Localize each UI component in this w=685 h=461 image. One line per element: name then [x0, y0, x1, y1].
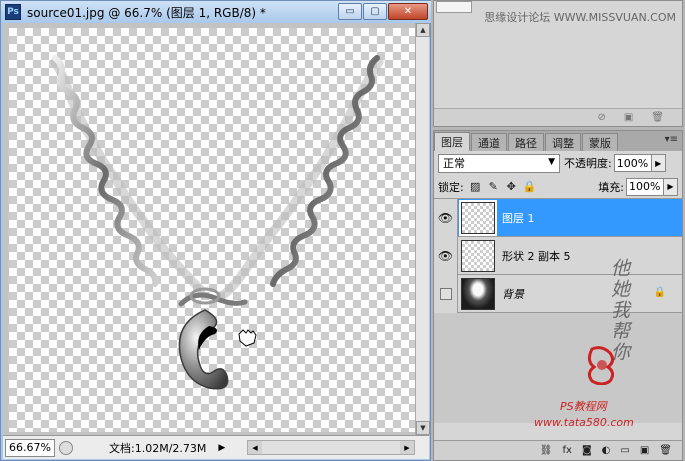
adjustment-layer-icon[interactable]: ◐ — [602, 445, 611, 456]
lock-label: 锁定: — [438, 180, 464, 194]
layers-panel-tabs: 图层 通道 路径 调整 蒙版 ▾≡ — [434, 131, 682, 151]
tab-adjustments[interactable]: 调整 — [545, 133, 581, 151]
scroll-up-arrow-icon[interactable]: ▲ — [416, 23, 430, 37]
lock-image-brush-icon[interactable]: ✎ — [487, 180, 500, 193]
vertical-scrollbar[interactable]: ▲ ▼ — [415, 23, 430, 435]
visibility-toggle[interactable] — [434, 274, 458, 313]
necklace-artwork — [50, 55, 384, 390]
layer-name: 形状 2 副本 5 — [502, 249, 571, 263]
document-size-info: 文档:1.02M/2.73M — [109, 441, 207, 455]
lock-transparent-icon[interactable]: ▨ — [469, 180, 482, 193]
document-title: source01.jpg @ 66.7% (图层 1, RGB/8) * — [27, 5, 266, 20]
document-canvas[interactable] — [9, 28, 417, 432]
opacity-input[interactable]: 100% — [613, 154, 652, 172]
layer-thumbnail — [459, 199, 497, 236]
fill-slider-arrow-icon[interactable]: ▶ — [664, 177, 678, 196]
tab-channels[interactable]: 通道 — [471, 133, 507, 151]
site-url-watermark: www.tata580.com — [534, 416, 634, 429]
layer-list: 👁 图层 1 👁 形状 2 副本 5 背景 🔒 — [434, 198, 682, 423]
layer-name: 图层 1 — [502, 211, 535, 225]
new-layer-icon[interactable]: ▣ — [640, 445, 649, 456]
fill-label: 填充: — [598, 180, 624, 194]
restore-icon: ▢ — [370, 6, 380, 17]
blend-mode-select[interactable]: 正常 ▼ — [438, 153, 560, 173]
photoshop-window: Ps source01.jpg @ 66.7% (图层 1, RGB/8) * … — [0, 0, 685, 461]
opacity-slider-arrow-icon[interactable]: ▶ — [651, 154, 666, 172]
link-layers-icon[interactable]: ⛓ — [540, 445, 553, 456]
visibility-eye-icon[interactable]: 👁 — [434, 198, 458, 237]
layer-row[interactable]: 👁 图层 1 — [434, 198, 682, 237]
scroll-right-arrow-icon[interactable]: ▶ — [400, 441, 414, 454]
document-title-bar[interactable]: Ps source01.jpg @ 66.7% (图层 1, RGB/8) * … — [1, 1, 432, 23]
status-info-icon[interactable] — [59, 440, 73, 455]
tutorial-watermark: PS教程网 — [560, 400, 607, 413]
minimize-icon: ▭ — [345, 6, 355, 17]
layer-name: 背景 — [502, 287, 524, 301]
document-window: Ps source01.jpg @ 66.7% (图层 1, RGB/8) * … — [0, 0, 432, 461]
opacity-label: 不透明度: — [564, 157, 612, 170]
top-panel: 思缘设计论坛 WWW.MISSVUAN.COM ⊘ ▣ 🗑 — [433, 0, 683, 127]
chevron-down-icon: ▼ — [548, 156, 555, 167]
layers-panel-footer: ⛓ fx ◙ ◐ ▭ ▣ 🗑 — [434, 440, 682, 460]
scroll-down-arrow-icon[interactable]: ▼ — [416, 421, 430, 435]
new-item-icon[interactable]: ▣ — [624, 112, 633, 123]
new-group-folder-icon[interactable]: ▭ — [620, 445, 629, 456]
scroll-left-arrow-icon[interactable]: ◀ — [248, 441, 262, 454]
trash-icon[interactable]: 🗑 — [659, 445, 672, 456]
lock-fill-row: 锁定: ▨ ✎ ✥ 🔒 填充: 100% ▶ — [434, 175, 682, 199]
window-controls: ▭ ▢ ✕ — [338, 3, 428, 20]
layer-style-fx-icon[interactable]: fx — [563, 445, 572, 456]
tab-layers[interactable]: 图层 — [434, 132, 470, 151]
tab-paths[interactable]: 路径 — [508, 133, 544, 151]
top-panel-footer: ⊘ ▣ 🗑 — [434, 108, 682, 126]
panel-menu-icon[interactable]: ▾≡ — [665, 134, 678, 145]
layer-row[interactable]: 👁 形状 2 副本 5 — [434, 236, 682, 275]
layer-thumbnail — [461, 239, 495, 272]
visibility-eye-icon[interactable]: 👁 — [434, 236, 458, 275]
chain-left — [52, 55, 159, 287]
lock-position-move-icon[interactable]: ✥ — [505, 180, 518, 193]
status-bar: 66.67% 文档:1.02M/2.73M ▶ ◀ ▶ — [3, 435, 429, 459]
add-mask-icon[interactable]: ◙ — [582, 445, 592, 456]
minimize-button[interactable]: ▭ — [338, 3, 362, 20]
chain-right — [270, 55, 380, 287]
panel-swatch[interactable] — [436, 1, 472, 13]
trash-icon[interactable]: 🗑 — [651, 112, 664, 123]
lock-all-icon[interactable]: 🔒 — [523, 180, 537, 193]
layers-panel: 图层 通道 路径 调整 蒙版 ▾≡ 正常 ▼ 不透明度: 100% ▶ 锁定: … — [433, 130, 683, 461]
layer-thumbnail — [461, 277, 495, 310]
hand-cursor-icon — [238, 329, 257, 347]
right-panel-dock: 思缘设计论坛 WWW.MISSVUAN.COM ⊘ ▣ 🗑 图层 通道 路径 调… — [431, 0, 685, 461]
blend-opacity-row: 正常 ▼ 不透明度: 100% ▶ — [434, 151, 682, 175]
photoshop-app-icon: Ps — [5, 4, 21, 20]
horizontal-scrollbar[interactable]: ◀ ▶ — [247, 440, 415, 455]
tab-masks[interactable]: 蒙版 — [582, 133, 618, 151]
pendant-body — [178, 309, 229, 390]
restore-button[interactable]: ▢ — [363, 3, 387, 20]
canvas-area: ▲ ▼ — [3, 23, 430, 435]
close-button[interactable]: ✕ — [388, 3, 428, 20]
layer-lock-icon: 🔒 — [653, 287, 666, 298]
zoom-level-input[interactable]: 66.67% — [5, 438, 55, 457]
forum-watermark: 思缘设计论坛 WWW.MISSVUAN.COM — [484, 11, 676, 24]
layer-row[interactable]: 背景 🔒 — [434, 274, 682, 313]
status-menu-arrow-icon[interactable]: ▶ — [218, 443, 225, 453]
visibility-empty-icon — [439, 287, 452, 300]
no-icon[interactable]: ⊘ — [597, 112, 605, 123]
fill-input[interactable]: 100% — [626, 177, 664, 196]
red-seal-stamp — [587, 346, 615, 385]
close-icon: ✕ — [403, 6, 413, 17]
blend-mode-value: 正常 — [443, 157, 465, 170]
